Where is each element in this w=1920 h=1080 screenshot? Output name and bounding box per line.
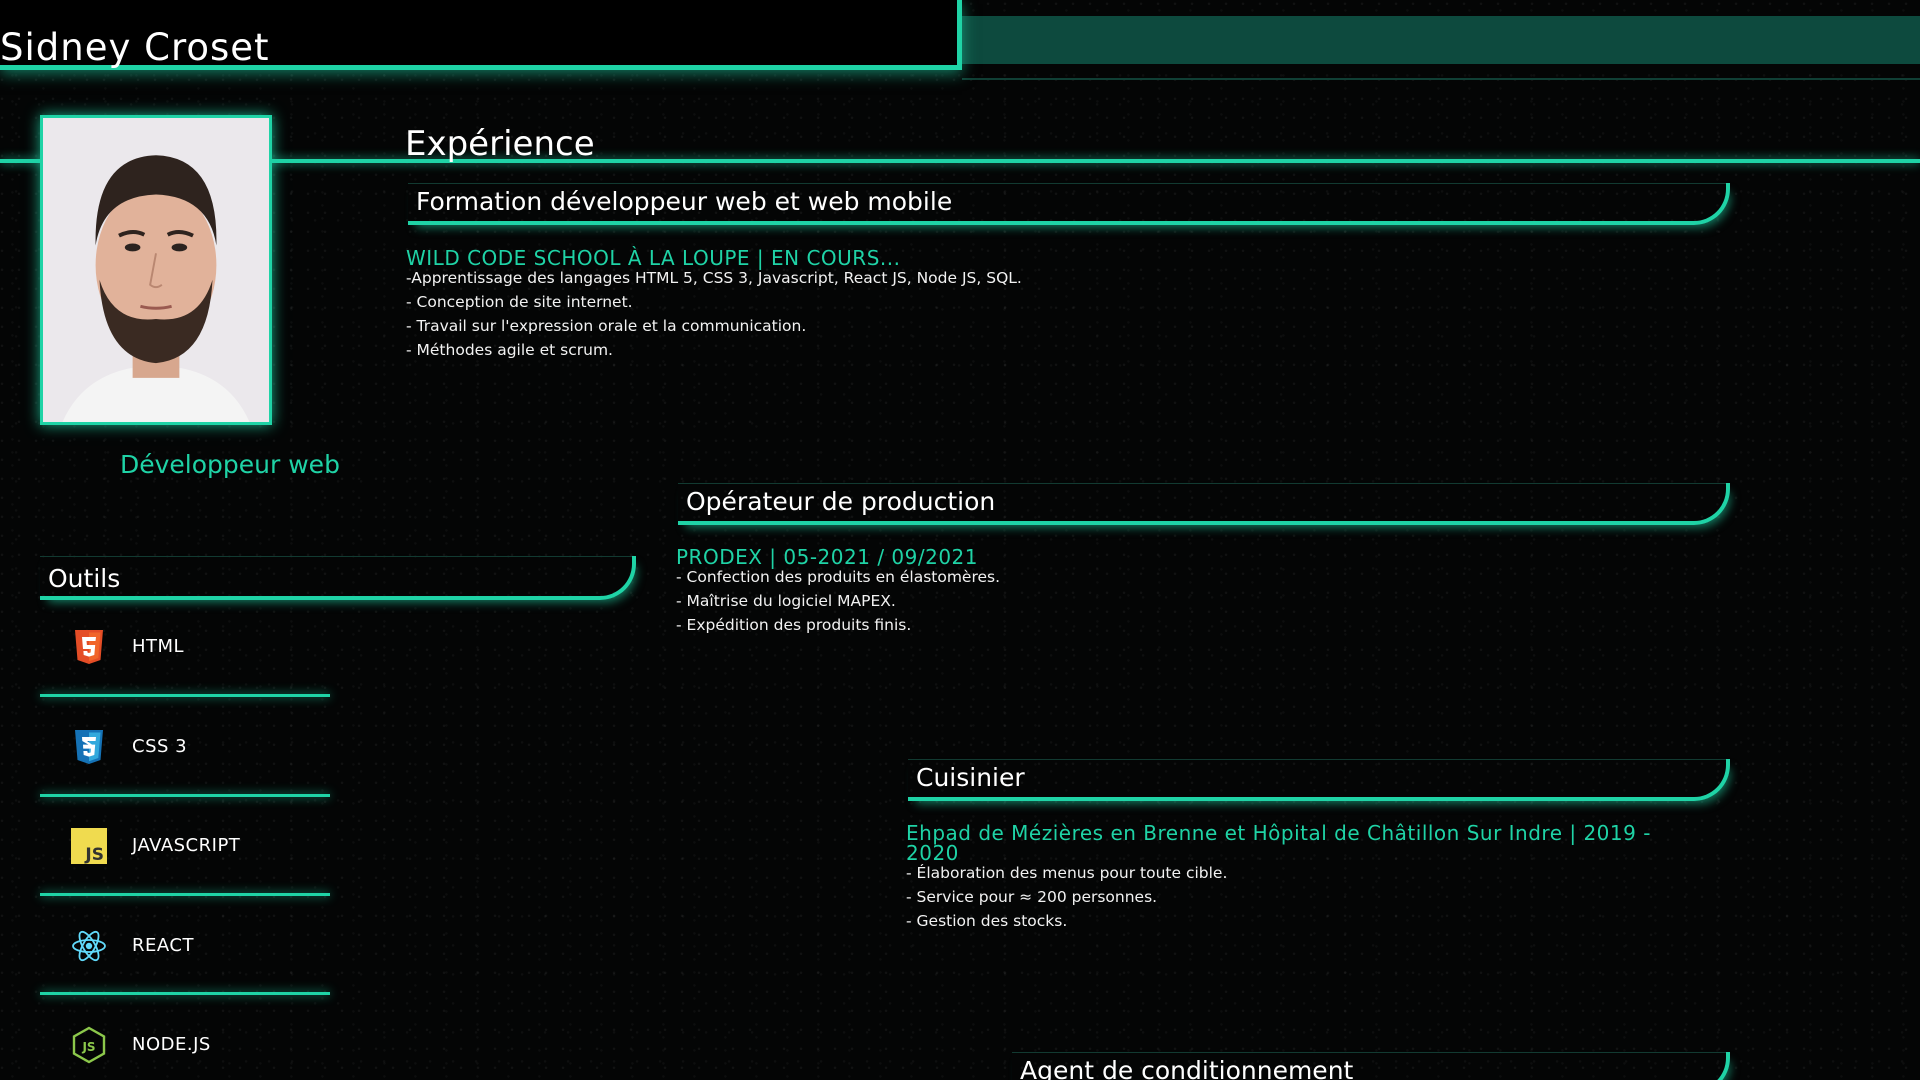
svg-text:JS: JS: [84, 845, 104, 865]
experience-divider: [0, 159, 1920, 163]
experience-item-2-title: Opérateur de production: [686, 487, 996, 516]
experience-item-2-header: Opérateur de production: [678, 483, 1730, 525]
page: Sidney Croset Développeur web Expérience…: [0, 0, 1920, 1080]
tool-item-javascript: JS JAVASCRIPT: [40, 809, 330, 879]
nodejs-icon: JS: [72, 1026, 106, 1064]
profile-photo: [40, 115, 272, 425]
tool-label: JAVASCRIPT: [132, 835, 241, 856]
site-title: Sidney Croset: [0, 26, 270, 69]
svg-text:JS: JS: [81, 1040, 95, 1054]
tools-header: Outils: [40, 556, 636, 600]
header-divider: [962, 78, 1920, 80]
experience-item-3-org: Ehpad de Mézières en Brenne et Hôpital d…: [906, 821, 1651, 865]
tool-item-nodejs: JS NODE.JS: [40, 1008, 330, 1078]
tool-divider: [40, 992, 330, 995]
experience-item-3-desc: - Élaboration des menus pour toute cible…: [906, 864, 1228, 930]
tool-divider: [40, 893, 330, 896]
css3-icon: [75, 730, 103, 764]
tool-label: HTML: [132, 636, 185, 657]
tools-heading: Outils: [48, 564, 121, 593]
javascript-icon: JS: [71, 828, 107, 865]
experience-item-2-org: PRODEX | 05-2021 / 09/2021: [676, 545, 978, 569]
tool-label: REACT: [132, 935, 194, 956]
portrait-image: [43, 118, 269, 422]
tool-label: NODE.JS: [132, 1034, 211, 1055]
experience-item-4-header: Agent de conditionnement: [1012, 1052, 1730, 1080]
tool-divider: [40, 694, 330, 697]
experience-item-2-desc: - Confection des produits en élastomères…: [676, 568, 1001, 634]
tool-item-html: HTML: [40, 610, 330, 680]
experience-item-1-org: WILD CODE SCHOOL À LA LOUPE | EN COURS..…: [406, 246, 901, 270]
experience-item-1-title: Formation développeur web et web mobile: [416, 187, 953, 216]
experience-item-4-title: Agent de conditionnement: [1020, 1056, 1354, 1080]
tool-divider: [40, 794, 330, 797]
header-band: [962, 16, 1920, 64]
html5-icon: [75, 630, 103, 664]
tool-item-react: REACT: [40, 909, 330, 979]
tool-label: CSS 3: [132, 736, 188, 757]
experience-item-1-desc: -Apprentissage des langages HTML 5, CSS …: [406, 269, 1022, 359]
experience-item-3-header: Cuisinier: [908, 759, 1730, 801]
tool-item-css3: CSS 3: [40, 710, 330, 780]
experience-item-3-title: Cuisinier: [916, 763, 1025, 792]
experience-item-1-header: Formation développeur web et web mobile: [408, 183, 1730, 225]
job-title: Développeur web: [120, 450, 340, 479]
react-icon: [72, 930, 106, 962]
experience-heading: Expérience: [405, 124, 595, 164]
